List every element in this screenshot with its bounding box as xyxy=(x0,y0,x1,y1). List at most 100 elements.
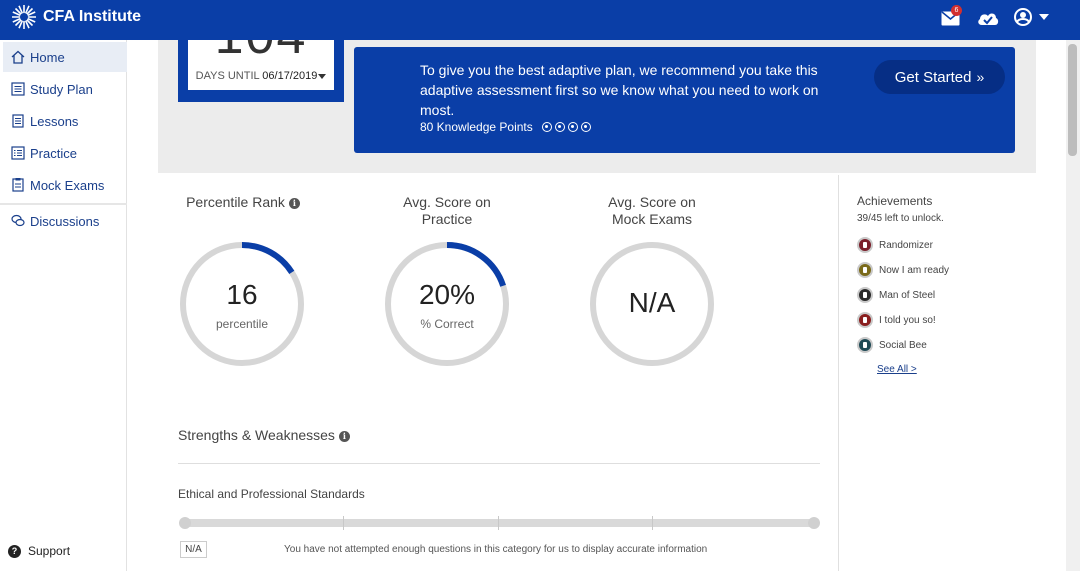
sidebar: Home Study Plan Lessons Practice Mock Ex… xyxy=(0,40,127,571)
achievement-item[interactable]: Man of Steel xyxy=(857,287,935,303)
support-link[interactable]: ? Support xyxy=(8,544,70,558)
achievement-item[interactable]: Now I am ready xyxy=(857,262,949,278)
category-score-badge: N/A xyxy=(180,541,207,558)
sidebar-item-discussions[interactable]: Discussions xyxy=(3,206,127,236)
sidebar-item-label: Practice xyxy=(30,145,77,161)
sidebar-divider xyxy=(0,203,127,205)
lock-badge-icon xyxy=(857,237,873,253)
percentile-sub-label: percentile xyxy=(215,317,269,331)
mock-title-line2: Mock Exams xyxy=(611,211,693,227)
mock-exam-value: N/A xyxy=(628,287,676,318)
lock-badge-icon xyxy=(857,312,873,328)
achievement-item[interactable]: Social Bee xyxy=(857,337,927,353)
notification-badge: 6 xyxy=(951,5,962,16)
track-tick xyxy=(652,516,653,530)
category-score-track xyxy=(183,519,817,527)
strengths-weaknesses-title: Strengths & Weaknesses i xyxy=(178,427,350,443)
practice-value: 20% xyxy=(418,279,476,310)
achievement-label: Man of Steel xyxy=(879,289,936,301)
exam-date-selector[interactable]: DAYS UNTIL 06/17/2019 xyxy=(188,70,334,82)
see-all-achievements-link[interactable]: See All > xyxy=(877,364,917,375)
strengths-title-label: Strengths & Weaknesses xyxy=(178,427,335,443)
days-until-label: DAYS UNTIL xyxy=(195,70,260,82)
percentile-rank-title: Percentile Rank i xyxy=(168,194,318,211)
banner-message: To give you the best adaptive plan, we r… xyxy=(420,62,819,118)
point-dot-icon xyxy=(567,122,578,132)
right-gutter xyxy=(1036,40,1066,571)
get-started-button[interactable]: Get Started » xyxy=(874,60,1005,94)
home-icon xyxy=(11,50,25,64)
sidebar-item-mock-exams[interactable]: Mock Exams xyxy=(3,170,127,200)
brand-name: CFA Institute xyxy=(43,8,142,25)
sidebar-item-practice[interactable]: Practice xyxy=(3,138,127,168)
cfa-logo[interactable]: CFA Institute xyxy=(10,3,141,31)
knowledge-points: 80 Knowledge Points xyxy=(420,120,591,134)
get-started-label: Get Started xyxy=(894,68,972,86)
top-bar: CFA Institute 6 xyxy=(0,0,1080,40)
sidebar-item-study-plan[interactable]: Study Plan xyxy=(3,74,127,104)
support-label: Support xyxy=(28,544,71,558)
track-start-cap xyxy=(179,517,191,529)
sidebar-item-label: Discussions xyxy=(30,213,100,229)
sidebar-item-label: Study Plan xyxy=(30,81,93,97)
exam-icon xyxy=(12,178,24,192)
lock-badge-icon xyxy=(857,337,873,353)
exam-date: 06/17/2019 xyxy=(262,70,318,82)
mail-button[interactable]: 6 xyxy=(941,5,962,31)
achievement-label: Now I am ready xyxy=(879,264,950,276)
sidebar-item-label: Lessons xyxy=(30,113,79,129)
scrollbar-thumb[interactable] xyxy=(1068,44,1077,156)
document-icon xyxy=(12,114,24,128)
lock-badge-icon xyxy=(857,287,873,303)
assessment-banner: To give you the best adaptive plan, we r… xyxy=(354,47,1015,153)
achievement-item[interactable]: Randomizer xyxy=(857,237,933,253)
countdown-panel: 104 DAYS UNTIL 06/17/2019 xyxy=(188,40,334,90)
point-dot-icon xyxy=(554,122,565,132)
achievement-label: Social Bee xyxy=(879,339,927,351)
sidebar-item-lessons[interactable]: Lessons xyxy=(3,106,127,136)
achievements-title: Achievements xyxy=(857,194,933,208)
caret-down-icon xyxy=(318,73,327,79)
lock-badge-icon xyxy=(857,262,873,278)
category-title: Ethical and Professional Standards xyxy=(178,487,365,501)
practice-title-line1: Avg. Score on xyxy=(403,194,491,210)
mock-exam-score-title: Avg. Score on Mock Exams xyxy=(577,194,727,228)
page-scrollbar[interactable] xyxy=(1066,40,1080,571)
days-remaining: 104 xyxy=(188,40,334,66)
user-menu-button[interactable] xyxy=(1013,8,1051,33)
list-icon xyxy=(11,82,25,96)
sidebar-item-home[interactable]: Home xyxy=(3,42,127,72)
knowledge-points-label: 80 Knowledge Points xyxy=(420,120,533,134)
achievements-panel: Achievements 39/45 left to unlock. Rando… xyxy=(838,175,1036,571)
achievement-label: Randomizer xyxy=(879,239,933,251)
sidebar-item-label: Home xyxy=(30,49,65,65)
sidebar-item-label: Mock Exams xyxy=(30,177,105,193)
practice-sub-label: % Correct xyxy=(420,317,474,331)
help-icon: ? xyxy=(8,544,21,558)
percentile-rank-label: Percentile Rank xyxy=(186,194,285,210)
cfa-globe-icon xyxy=(12,5,36,29)
percentile-value: 16 xyxy=(226,279,258,310)
cloud-check-icon xyxy=(978,13,999,25)
point-dot-icon xyxy=(541,122,552,132)
practice-title-line2: Practice xyxy=(421,211,473,227)
point-dot-icon xyxy=(580,122,591,132)
checklist-icon xyxy=(11,146,25,160)
double-chevron-right-icon: » xyxy=(976,69,985,85)
track-tick xyxy=(498,516,499,530)
mock-title-line1: Avg. Score on xyxy=(608,194,696,210)
practice-score-title: Avg. Score on Practice xyxy=(372,194,522,228)
insufficient-data-message: You have not attempted enough questions … xyxy=(284,544,708,555)
chat-bubbles-icon xyxy=(11,214,25,227)
exam-countdown-card: 104 DAYS UNTIL 06/17/2019 xyxy=(178,40,344,102)
info-icon[interactable]: i xyxy=(288,197,300,209)
achievement-label: I told you so! xyxy=(879,314,936,326)
track-end-cap xyxy=(808,517,820,529)
achievement-item[interactable]: I told you so! xyxy=(857,312,936,328)
achievements-remaining: 39/45 left to unlock. xyxy=(857,213,944,224)
knowledge-points-indicators xyxy=(539,122,591,132)
sync-button[interactable] xyxy=(977,10,999,31)
gauge-fill-arc xyxy=(241,242,295,275)
track-tick xyxy=(343,516,344,530)
info-icon[interactable]: i xyxy=(338,430,350,442)
